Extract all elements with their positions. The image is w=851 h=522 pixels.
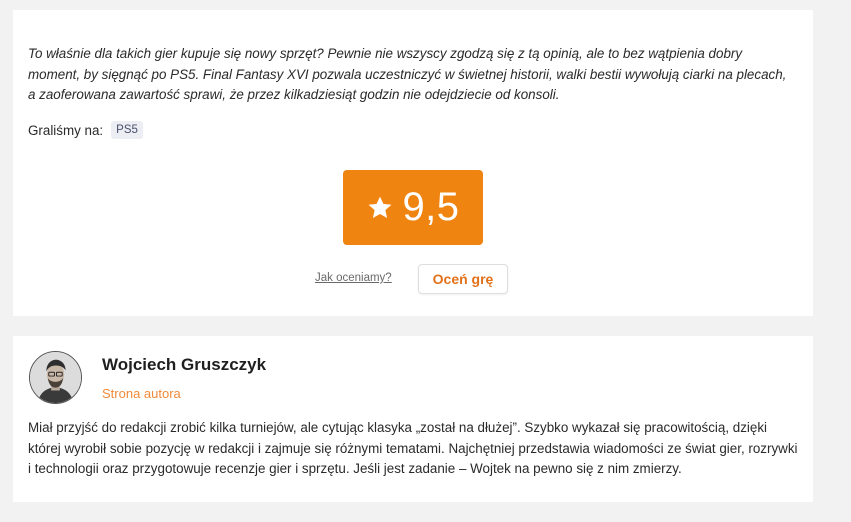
how-we-rate-link[interactable]: Jak oceniamy? — [315, 272, 392, 284]
author-card: Wojciech Gruszczyk Strona autora Miał pr… — [13, 336, 813, 502]
review-summary-card: To właśnie dla takich gier kupuje się no… — [13, 10, 813, 316]
star-icon — [369, 196, 392, 218]
score-badge: 9,5 — [343, 170, 483, 245]
score-value: 9,5 — [402, 185, 460, 229]
author-bio: Miał przyjść do redakcji zrobić kilka tu… — [28, 420, 798, 476]
rate-game-button[interactable]: Oceń grę — [418, 264, 508, 294]
author-page-link[interactable]: Strona autora — [102, 386, 181, 401]
review-verdict-text: To właśnie dla takich gier kupuje się no… — [28, 46, 787, 102]
played-on-row: Graliśmy na: PS5 — [28, 121, 143, 139]
platform-tag[interactable]: PS5 — [111, 121, 143, 139]
avatar[interactable] — [29, 351, 82, 404]
author-photo — [30, 352, 81, 403]
author-name[interactable]: Wojciech Gruszczyk — [102, 355, 266, 375]
played-on-label: Graliśmy na: — [28, 122, 104, 138]
